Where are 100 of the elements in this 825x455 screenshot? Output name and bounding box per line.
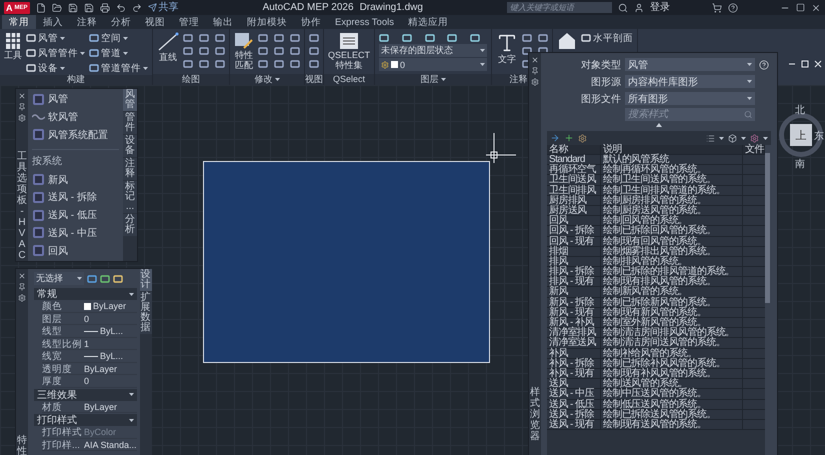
collapse-icon[interactable] — [656, 123, 662, 127]
pin-icon — [18, 283, 26, 291]
ribbon-tab[interactable]: 常用 — [2, 15, 36, 29]
search-field[interactable]: 键入关键字或短语 — [510, 3, 609, 12]
ribbon-tab[interactable]: 分析 — [104, 15, 138, 29]
property-group-header[interactable]: 常规 — [34, 288, 137, 300]
ribbon-tab[interactable]: 视图 — [138, 15, 172, 29]
palette-tab[interactable]: 注释 — [123, 158, 137, 180]
palette-tab[interactable]: 设备 — [123, 135, 137, 157]
panel-title[interactable]: 视图 — [305, 74, 323, 84]
caret-icon — [128, 418, 134, 422]
compass-label[interactable]: 东 — [814, 129, 824, 143]
caret-icon — [60, 36, 65, 40]
ribbon-big-button[interactable]: 工具 — [4, 31, 22, 60]
ribbon-tab[interactable]: 管理 — [172, 15, 206, 29]
ribbon-tool-button[interactable]: 管道 — [89, 46, 148, 60]
search-icon — [618, 2, 628, 12]
palette-tool[interactable]: 软风管 — [32, 110, 119, 125]
flex-duct-icon — [32, 113, 45, 122]
palette-tool[interactable]: 送风 - 中压 — [32, 225, 119, 240]
ribbon-tool-button[interactable]: 风管管件 — [26, 46, 85, 60]
table-cell: 绘制已拆除回风管的系统。 — [601, 226, 743, 236]
ribbon-tab[interactable]: 协作 — [294, 15, 328, 29]
ribbon-tab[interactable]: Express Tools — [328, 15, 401, 29]
import-icon — [550, 133, 560, 143]
palette-tool[interactable]: 风管 — [32, 92, 119, 107]
viewcube-face[interactable]: 上 — [790, 124, 812, 146]
property-value[interactable]: AIA Standa... — [84, 440, 137, 450]
palette-tool[interactable]: 新风 — [32, 172, 119, 187]
close-icon — [811, 2, 821, 12]
sign-in-link[interactable]: 登录 — [650, 2, 670, 13]
selection-dropdown[interactable]: 无选择 — [34, 272, 84, 285]
ribbon-tool-button[interactable]: 管道管件 — [89, 61, 148, 75]
redo-icon — [132, 2, 142, 12]
palette-tool[interactable]: 回风 — [32, 243, 119, 258]
ribbon-tab[interactable]: 精选应用 — [400, 15, 455, 29]
property-label: 线型比例 — [42, 338, 83, 350]
property-value[interactable]: ByL... — [84, 351, 137, 362]
palette-tab[interactable]: 标记... — [123, 181, 137, 213]
style-dropdown[interactable]: 所有图形 — [625, 92, 755, 105]
palette-tab[interactable]: 分析 — [123, 214, 137, 236]
property-label: 厚度 — [42, 376, 63, 387]
style-dropdown[interactable]: 风管 — [625, 58, 755, 71]
ribbon-tab[interactable]: 插入 — [36, 15, 70, 29]
user-icon — [634, 2, 644, 12]
palette-tab[interactable]: 风管 — [123, 89, 137, 111]
property-value[interactable]: 1 — [84, 338, 137, 350]
panel-title[interactable]: 构建 — [67, 75, 85, 85]
ribbon-tool-button[interactable]: 水平剖面 — [581, 31, 634, 45]
settings-icon — [18, 114, 26, 122]
undo-icon — [116, 2, 126, 12]
table-cell: 绘制卫生间送风管的系统。 — [601, 175, 743, 186]
search-field[interactable]: 搜索样式 — [628, 109, 744, 120]
table-cell: 卫生间送风 — [547, 175, 601, 186]
palette-title: 工具选项板 - HVAC — [17, 151, 27, 261]
property-value[interactable]: 0 — [84, 376, 137, 387]
ribbon-tool-button[interactable]: 风管 — [26, 31, 85, 45]
ribbon-big-button[interactable]: 特性 匹配 — [234, 31, 254, 71]
ribbon-big-button[interactable]: QSELECT 特性集 — [328, 31, 370, 71]
property-label: 颜色 — [42, 301, 63, 312]
ribbon-big-button[interactable]: 文字 — [496, 31, 518, 64]
share-button[interactable]: 共享 — [148, 2, 179, 13]
palette-tool[interactable]: 送风 - 低压 — [32, 208, 119, 222]
settings-icon — [18, 294, 26, 302]
compass-label[interactable]: 南 — [795, 157, 805, 171]
layer-dropdown[interactable]: 0 — [379, 58, 488, 71]
caret-icon — [480, 49, 486, 52]
add-icon — [564, 133, 574, 143]
caret-icon — [80, 52, 85, 54]
palette-title: 样式浏览器 — [530, 387, 540, 442]
property-value[interactable]: ByLayer — [84, 364, 137, 374]
compass-label[interactable]: 北 — [795, 103, 805, 117]
ribbon-big-button[interactable]: 直线 — [157, 31, 179, 62]
ribbon-tool-button[interactable]: 空间 — [89, 31, 148, 45]
property-group-header[interactable]: 三维效果 — [34, 388, 137, 400]
style-dropdown[interactable]: 内容构件库图形 — [625, 75, 755, 88]
palette-tab[interactable]: 设计 — [140, 269, 152, 291]
property-value[interactable]: 0 — [84, 314, 137, 324]
layer-state-dropdown[interactable]: 未保存的图层状态 — [379, 44, 488, 57]
ribbon-tab[interactable]: 附加模块 — [240, 15, 294, 29]
palette-tab[interactable]: 管件 — [123, 112, 137, 134]
pin-icon — [531, 67, 539, 75]
ribbon-tab[interactable]: 输出 — [206, 15, 240, 29]
property-group-header[interactable]: 打印样式 — [34, 414, 137, 426]
property-value[interactable]: ByL... — [84, 326, 137, 337]
panel-title[interactable]: 图层 — [420, 74, 439, 84]
file-name: Drawing1.dwg — [360, 2, 423, 13]
property-value[interactable]: ByLayer — [84, 402, 137, 412]
grid-icon — [5, 32, 21, 50]
property-value[interactable]: ByLayer — [84, 301, 137, 312]
help-icon — [728, 2, 738, 12]
palette-tab[interactable]: 扩展数据 — [140, 292, 152, 334]
ribbon-tool-button[interactable]: 设备 — [26, 61, 85, 75]
palette-tool[interactable]: 送风 - 拆除 — [32, 190, 119, 205]
search-field[interactable]: 搜索样式 — [625, 108, 755, 121]
search-field[interactable]: 键入关键字或短语 — [507, 2, 612, 13]
ribbon-tab[interactable]: 注释 — [70, 15, 104, 29]
cart-icon — [712, 2, 722, 12]
palette-tool[interactable]: 风管系统配置 — [32, 128, 119, 142]
print-icon — [100, 2, 110, 12]
